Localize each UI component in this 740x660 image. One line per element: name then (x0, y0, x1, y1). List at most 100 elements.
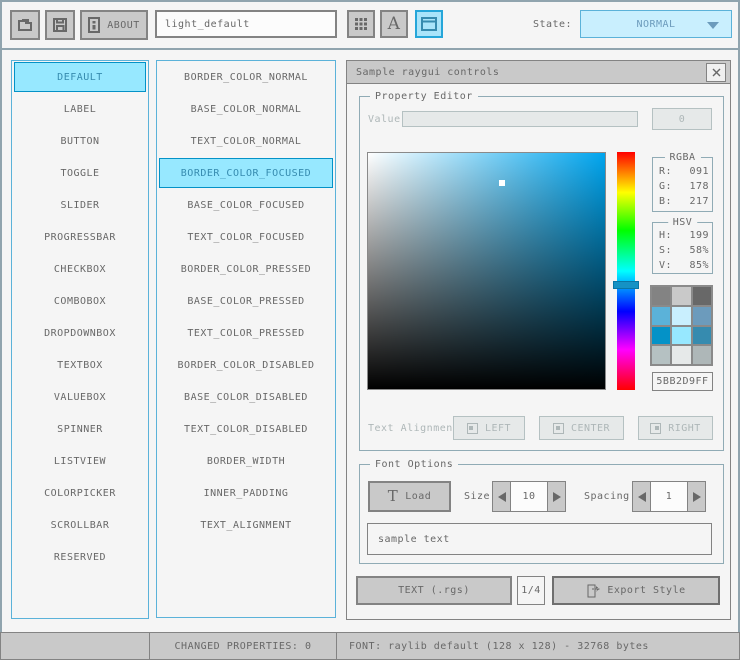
controls-list-item[interactable]: DROPDOWNBOX (12, 317, 148, 349)
font-spacing-value[interactable]: 1 (650, 481, 688, 512)
properties-list-item[interactable]: BASE_COLOR_DISABLED (157, 381, 335, 413)
font-size-increment-button[interactable] (547, 481, 566, 512)
export-format-page-indicator[interactable]: 1/4 (517, 576, 545, 605)
properties-list-item[interactable]: TEXT_COLOR_PRESSED (157, 317, 335, 349)
align-left-icon (467, 423, 478, 434)
grid-icon (354, 17, 368, 31)
state-label: State: (530, 10, 575, 38)
properties-list-item[interactable]: BASE_COLOR_NORMAL (157, 93, 335, 125)
color-swatch[interactable] (652, 346, 670, 364)
color-swatch[interactable] (693, 346, 711, 364)
sample-text-input[interactable]: sample text (367, 523, 712, 555)
controls-list-item[interactable]: SCROLLBAR (12, 509, 148, 541)
controls-list-item[interactable]: COLORPICKER (12, 477, 148, 509)
align-center-button[interactable]: CENTER (539, 416, 624, 440)
properties-list-item[interactable]: TEXT_COLOR_DISABLED (157, 413, 335, 445)
value-slider[interactable] (402, 111, 638, 127)
state-dropdown-value: NORMAL (636, 19, 675, 30)
v-value: 85% (689, 260, 709, 271)
properties-list-item[interactable]: BASE_COLOR_FOCUSED (157, 189, 335, 221)
h-label: H: (659, 230, 672, 241)
color-swatch[interactable] (672, 346, 690, 364)
controls-list-item[interactable]: PROGRESSBAR (12, 221, 148, 253)
open-style-button[interactable] (10, 10, 40, 40)
controls-view-button[interactable] (415, 10, 443, 38)
h-value: 199 (689, 230, 709, 241)
controls-list-item[interactable]: SPINNER (12, 413, 148, 445)
b-value: 217 (689, 196, 709, 207)
font-spacing-decrement-button[interactable] (632, 481, 651, 512)
property-editor-group-title: Property Editor (370, 90, 478, 103)
controls-list-item[interactable]: DEFAULT (14, 62, 146, 92)
window-panel-icon (421, 17, 437, 31)
value-button[interactable]: 0 (652, 108, 712, 130)
v-label: V: (659, 260, 672, 271)
window-close-button[interactable] (706, 63, 726, 82)
properties-list-item[interactable]: TEXT_COLOR_NORMAL (157, 125, 335, 157)
window-titlebar: Sample raygui controls (347, 61, 730, 84)
color-saturation-value-panel[interactable] (367, 152, 606, 390)
save-style-button[interactable] (45, 10, 75, 40)
save-icon (51, 16, 69, 34)
align-center-label: CENTER (571, 423, 610, 434)
controls-list-item[interactable]: CHECKBOX (12, 253, 148, 285)
controls-list-item[interactable]: LISTVIEW (12, 445, 148, 477)
export-format-button[interactable]: TEXT (.rgs) (356, 576, 512, 605)
color-swatch[interactable] (693, 307, 711, 325)
controls-listview[interactable]: DEFAULT LABEL BUTTON TOGGLE SLIDER PROGR… (11, 60, 149, 619)
rguistyler-window: ABOUT A State: NORMAL DEFAULT LABEL BUTT… (0, 0, 740, 660)
controls-list-item[interactable]: COMBOBOX (12, 285, 148, 317)
controls-list-item[interactable]: LABEL (12, 93, 148, 125)
color-swatch[interactable] (693, 287, 711, 305)
property-editor-group: Property Editor Value: 0 RGBA R: 091 (359, 96, 724, 451)
color-cursor[interactable] (499, 180, 505, 186)
font-spacing-increment-button[interactable] (687, 481, 706, 512)
state-dropdown[interactable]: NORMAL (580, 10, 732, 38)
properties-list-item[interactable]: BORDER_COLOR_DISABLED (157, 349, 335, 381)
color-swatch[interactable] (652, 327, 670, 345)
color-swatch[interactable] (672, 287, 690, 305)
properties-list-item[interactable]: BORDER_WIDTH (157, 445, 335, 477)
controls-list-item[interactable]: RESERVED (12, 541, 148, 573)
font-load-button[interactable]: T Load (368, 481, 451, 512)
color-swatch[interactable] (652, 307, 670, 325)
color-swatch[interactable] (652, 287, 670, 305)
properties-list-item[interactable]: TEXT_ALIGNMENT (157, 509, 335, 541)
style-name-input[interactable] (155, 10, 337, 38)
properties-list-item[interactable]: BORDER_COLOR_FOCUSED (159, 158, 333, 188)
color-swatch[interactable] (672, 307, 690, 325)
export-style-button[interactable]: Export Style (552, 576, 720, 605)
hue-slider-handle[interactable] (613, 281, 639, 289)
controls-list-item[interactable]: BUTTON (12, 125, 148, 157)
properties-list-item[interactable]: TEXT_COLOR_FOCUSED (157, 221, 335, 253)
properties-list-item[interactable]: BASE_COLOR_PRESSED (157, 285, 335, 317)
hue-slider[interactable] (617, 152, 635, 390)
controls-list-item[interactable]: TEXTBOX (12, 349, 148, 381)
font-spacing-label: Spacing: (584, 481, 636, 512)
controls-list-item[interactable]: SLIDER (12, 189, 148, 221)
controls-list-item[interactable]: VALUEBOX (12, 381, 148, 413)
style-table-view-button[interactable] (347, 10, 375, 38)
align-left-button[interactable]: LEFT (453, 416, 525, 440)
properties-listview[interactable]: BORDER_COLOR_NORMAL BASE_COLOR_NORMAL TE… (156, 60, 336, 618)
toolbar-divider (0, 48, 740, 50)
font-size-decrement-button[interactable] (492, 481, 511, 512)
folder-open-icon (16, 16, 34, 34)
properties-list-item[interactable]: BORDER_COLOR_PRESSED (157, 253, 335, 285)
controls-list-item[interactable]: TOGGLE (12, 157, 148, 189)
b-label: B: (659, 196, 672, 207)
s-value: 58% (689, 245, 709, 256)
properties-list-item[interactable]: INNER_PADDING (157, 477, 335, 509)
about-button[interactable]: ABOUT (80, 10, 148, 40)
color-swatch[interactable] (693, 327, 711, 345)
arrow-right-icon (693, 492, 701, 502)
hex-color-field[interactable]: 5BB2D9FF (652, 372, 713, 391)
r-label: R: (659, 166, 672, 177)
color-swatch[interactable] (672, 327, 690, 345)
font-view-button[interactable]: A (380, 10, 408, 38)
arrow-left-icon (638, 492, 646, 502)
hsv-group: HSV H: 199 S: 58% V: 85% (652, 222, 713, 274)
align-right-button[interactable]: RIGHT (638, 416, 713, 440)
font-size-value[interactable]: 10 (510, 481, 548, 512)
properties-list-item[interactable]: BORDER_COLOR_NORMAL (157, 61, 335, 93)
